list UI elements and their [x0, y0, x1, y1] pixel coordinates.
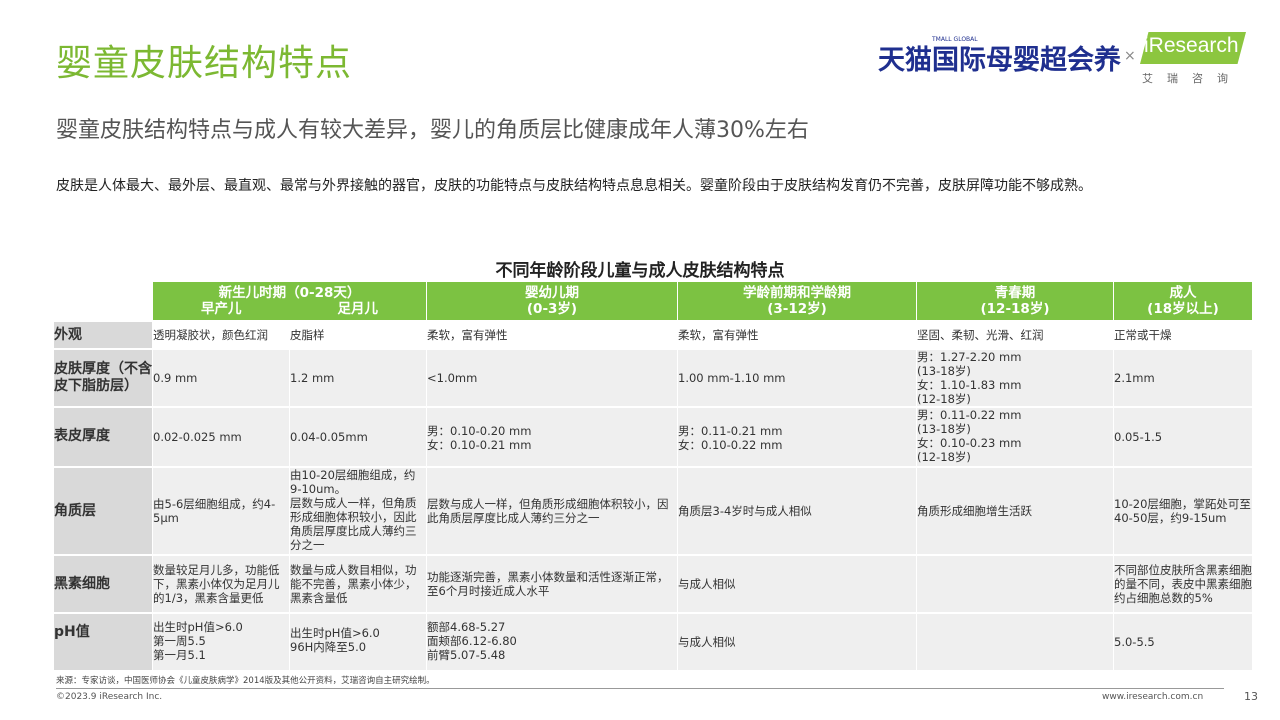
table-cell: 坚固、柔韧、光滑、红润	[917, 328, 1044, 342]
table-cell: 正常或干燥	[1114, 328, 1172, 342]
table-cell: 男：1.27-2.20 mm (13-18岁) 女：1.10-1.83 mm (…	[917, 350, 1113, 406]
table-corner	[54, 282, 152, 320]
table-cell: 5.0-5.5	[1114, 614, 1252, 670]
table-cell: 数量较足月儿多，功能低下，黑素小体仅为足月儿的1/3，黑素含量更低	[153, 556, 289, 612]
table-cell: 出生时pH值>6.0 第一周5.5 第一月5.1	[153, 614, 289, 670]
table-cell: 角质形成细胞增生活跃	[917, 468, 1113, 554]
table-title: 不同年龄阶段儿童与成人皮肤结构特点	[495, 261, 785, 281]
header-school-range: (3-12岁)	[767, 301, 827, 317]
header-teen-title: 青春期	[994, 285, 1036, 301]
table-cell: 0.04-0.05mm	[290, 408, 426, 466]
table-cell: 0.9 mm	[153, 350, 289, 406]
page-subtitle: 婴童皮肤结构特点与成人有较大差异，婴儿的角质层比健康成年人薄30%左右	[56, 118, 809, 143]
table-cell: 由10-20层细胞组成，约9-10um。 层数与成人一样，但角质形成细胞体积较小…	[290, 468, 426, 554]
table-cell: 男：0.11-0.21 mm 女：0.10-0.22 mm	[678, 408, 916, 466]
iresearch-logo: iResearch	[1144, 34, 1239, 57]
table-cell: 10-20层细胞，掌跖处可至40-50层，约9-15um	[1114, 468, 1252, 554]
table-cell: 男：0.11-0.22 mm (13-18岁) 女：0.10-0.23 mm (…	[917, 408, 1113, 466]
table-cell: 皮脂样	[290, 328, 325, 342]
row-label-melanocytes: 黑素细胞	[54, 556, 152, 612]
table-cell: 2.1mm	[1114, 350, 1252, 406]
row-label-ph: pH值	[54, 614, 152, 670]
table-cell: 0.02-0.025 mm	[153, 408, 289, 466]
table-cell: 由5-6层细胞组成，约4-5μm	[153, 468, 289, 554]
table-cell: 0.05-1.5	[1114, 408, 1252, 466]
copyright: ©2023.9 iResearch Inc.	[56, 692, 163, 702]
page-title: 婴童皮肤结构特点	[56, 43, 353, 84]
header-newborn-title: 新生儿时期（0-28天）	[218, 285, 361, 301]
table-cell: 透明凝胶状，颜色红润	[153, 328, 268, 342]
table-cell: 男：0.10-0.20 mm 女：0.10-0.21 mm	[427, 408, 677, 466]
table-cell: 与成人相似	[678, 614, 916, 670]
table-cell: 与成人相似	[678, 556, 916, 612]
header-infant-title: 婴幼儿期	[525, 285, 579, 301]
table-cell: 1.2 mm	[290, 350, 426, 406]
comparison-table: 新生儿时期（0-28天） 早产儿 足月儿 婴幼儿期 (0-3岁) 学龄前期和学龄…	[54, 282, 1252, 670]
table-cell: 出生时pH值>6.0 96H内降至5.0	[290, 614, 426, 670]
row-label-stratum-corneum: 角质层	[54, 468, 152, 554]
table-cell	[917, 556, 1113, 612]
header-school-title: 学龄前期和学龄期	[743, 285, 851, 301]
table-cell: 数量与成人数目相似，功能不完善，黑素小体少，黑素含量低	[290, 556, 426, 612]
header-teen-range: (12-18岁)	[980, 301, 1050, 317]
table-cell: 角质层3-4岁时与成人相似	[678, 468, 916, 554]
row-label-epidermis-thickness: 表皮厚度	[54, 408, 152, 466]
table-cell	[917, 614, 1113, 670]
header-newborn: 新生儿时期（0-28天） 早产儿 足月儿	[153, 282, 426, 320]
table-cell: <1.0mm	[427, 350, 677, 406]
table-cell: 功能逐渐完善，黑素小体数量和活性逐渐正常，至6个月时接近成人水平	[427, 556, 677, 612]
header-adult-range: (18岁以上)	[1147, 301, 1219, 317]
intro-paragraph: 皮肤是人体最大、最外层、最直观、最常与外界接触的器官，皮肤的功能特点与皮肤结构特…	[56, 178, 1092, 194]
header-fullterm: 足月儿	[337, 301, 379, 317]
header-infant-range: (0-3岁)	[526, 301, 578, 317]
header-school: 学龄前期和学龄期 (3-12岁)	[678, 282, 916, 320]
source-note: 来源：专家访谈，中国医师协会《儿童皮肤病学》2014版及其他公开资料，艾瑞咨询自…	[56, 676, 435, 686]
header-adult-title: 成人	[1169, 285, 1197, 301]
table-cell: 不同部位皮肤所含黑素细胞的量不同，表皮中黑素细胞约占细胞总数的5%	[1114, 556, 1252, 612]
table-cell: 柔软，富有弹性	[427, 328, 508, 342]
row-label-appearance: 外观	[54, 322, 152, 348]
header-newborn-subtitles: 早产儿 足月儿	[153, 301, 426, 317]
page-number: 13	[1244, 690, 1258, 703]
table-cell: 柔软，富有弹性	[678, 328, 759, 342]
footer-divider	[56, 688, 1224, 689]
table-cell: 层数与成人一样，但角质形成细胞体积较小，因此角质层厚度比成人薄约三分之一	[427, 468, 677, 554]
table-cell: 额部4.68-5.27 面颊部6.12-6.80 前臂5.07-5.48	[427, 614, 677, 670]
table-cell: 1.00 mm-1.10 mm	[678, 350, 916, 406]
row-label-skin-thickness: 皮肤厚度（不含皮下脂肪层）	[54, 350, 152, 406]
header-adult: 成人 (18岁以上)	[1114, 282, 1252, 320]
tmall-logo: 天猫国际母婴超会养	[878, 45, 1121, 76]
logo-separator: ×	[1124, 48, 1136, 64]
header-preterm: 早产儿	[201, 301, 242, 317]
header-teen: 青春期 (12-18岁)	[917, 282, 1113, 320]
header-infant: 婴幼儿期 (0-3岁)	[427, 282, 677, 320]
iresearch-logo-cn: 艾瑞咨询	[1142, 72, 1242, 85]
website-link[interactable]: www.iresearch.com.cn	[1102, 692, 1203, 702]
